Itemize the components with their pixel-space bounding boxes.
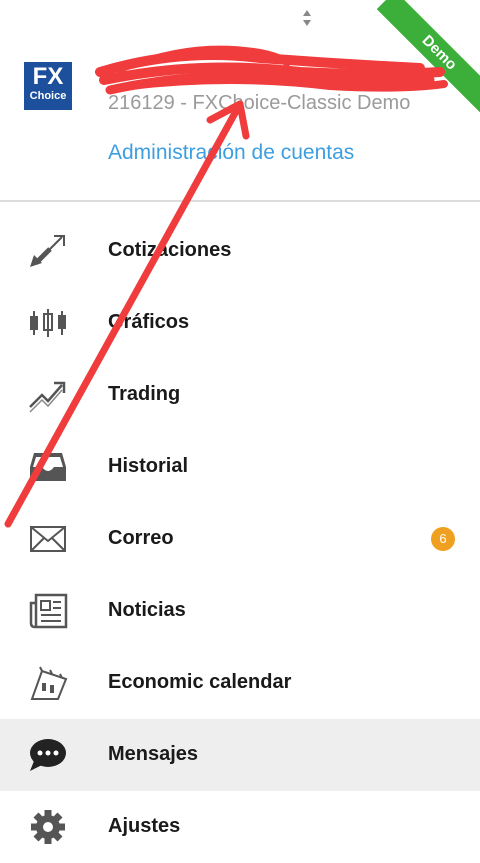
menu-item-mensajes[interactable]: Mensajes	[0, 719, 480, 791]
menu-item-economic-calendar[interactable]: Economic calendar	[0, 647, 480, 719]
inbox-tray-icon	[30, 453, 66, 481]
header-divider	[0, 200, 480, 202]
menu-item-cotizaciones[interactable]: Cotizaciones	[0, 215, 480, 287]
menu-label: Trading	[108, 383, 181, 405]
menu-label: Gráficos	[108, 311, 190, 333]
chat-bubble-icon	[30, 739, 66, 771]
sort-arrows-icon[interactable]	[301, 9, 313, 27]
account-subtitle: 216129 - FXChoice-Classic Demo	[108, 92, 411, 114]
menu-label: Mensajes	[108, 743, 199, 765]
unread-count-badge: 6	[431, 527, 455, 551]
menu-item-trading[interactable]: Trading	[0, 359, 480, 431]
menu-item-historial[interactable]: Historial	[0, 431, 480, 503]
menu-label: Ajustes	[108, 815, 181, 837]
account-administration-link[interactable]: Administración de cuentas	[108, 141, 354, 165]
menu-item-noticias[interactable]: Noticias	[0, 575, 480, 647]
menu-label: Correo	[108, 527, 174, 549]
account-name[interactable]: F	[108, 64, 448, 87]
account-header: FX Choice F 216129 - FXChoice-Classic De…	[0, 0, 480, 200]
quotes-arrows-icon	[30, 235, 65, 267]
gear-icon	[31, 810, 65, 844]
menu-label: Historial	[108, 455, 189, 477]
newspaper-icon	[29, 593, 68, 629]
calendar-icon	[30, 666, 68, 700]
trading-trend-icon	[29, 381, 66, 413]
menu-item-ajustes[interactable]: Ajustes	[0, 791, 480, 863]
menu-item-graficos[interactable]: Gráficos	[0, 287, 480, 359]
menu-label: Economic calendar	[108, 671, 292, 693]
menu-item-correo[interactable]: Correo 6	[0, 503, 480, 575]
menu-label: Cotizaciones	[108, 239, 232, 261]
menu-label: Noticias	[108, 599, 186, 621]
candlestick-chart-icon	[30, 309, 66, 337]
mail-envelope-icon	[30, 526, 66, 552]
navigation-menu: Cotizaciones Gráficos Trading Historial	[0, 215, 480, 863]
fxchoice-logo: FX Choice	[24, 62, 72, 110]
